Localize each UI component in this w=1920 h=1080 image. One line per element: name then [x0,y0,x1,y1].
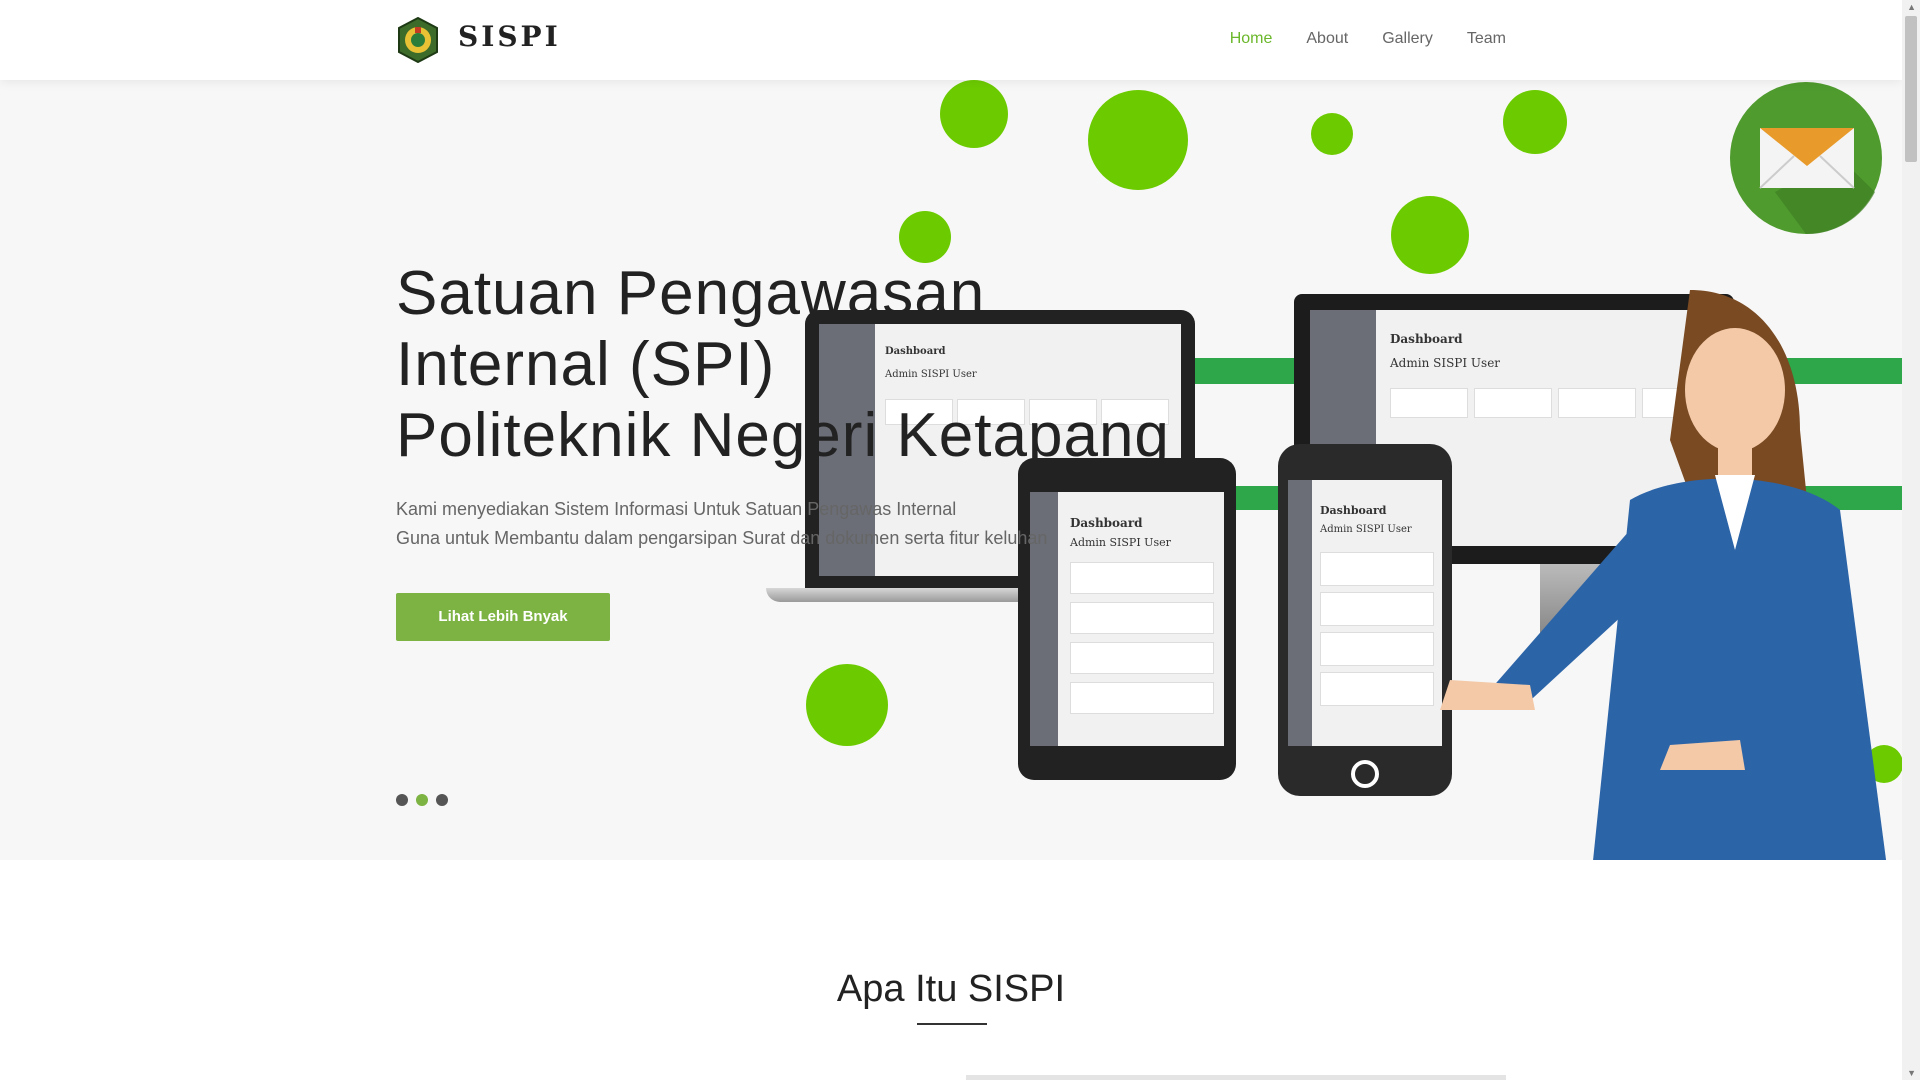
page-scrollbar[interactable]: ▲ ▼ [1902,0,1920,1080]
carousel-dot-2[interactable] [416,794,428,806]
carousel-dot-1[interactable] [396,794,408,806]
scrollbar-thumb[interactable] [1905,16,1917,162]
scroll-down-icon[interactable]: ▼ [1907,1068,1916,1078]
scroll-up-icon[interactable]: ▲ [1907,2,1916,12]
polteka-logo-icon[interactable] [396,17,440,63]
mockup-dashboard-title: Dashboard [1070,516,1143,530]
mail-icon [1730,82,1882,234]
decor-bubble [1503,90,1567,154]
decor-bubble [1311,113,1353,155]
decor-bubble [940,80,1008,148]
hero-subtitle-line: Kami menyediakan Sistem Informasi Untuk … [396,499,957,519]
hero-title: Satuan Pengawasan Internal (SPI) Politek… [396,258,1276,471]
section-title-underline [917,1023,987,1025]
decor-bubble [1088,90,1188,190]
lihat-lebih-button[interactable]: Lihat Lebih Bnyak [396,593,610,641]
main-nav: Home About Gallery Team [1230,30,1506,48]
hero-title-line: Satuan Pengawasan [396,259,986,328]
mockup-admin-name: Admin SISPI User [1070,536,1171,549]
nav-gallery[interactable]: Gallery [1382,30,1433,48]
tablet-screen: Dashboard Admin SISPI User [1030,492,1224,746]
nav-home[interactable]: Home [1230,30,1273,48]
section-title: Apa Itu SISPI [836,968,1066,1010]
hero-subtitle: Kami menyediakan Sistem Informasi Untuk … [396,495,1047,553]
carousel-dot-3[interactable] [436,794,448,806]
tablet-mockup: Dashboard Admin SISPI User [1018,458,1236,780]
section-content-bar [966,1075,1506,1080]
decor-bubble [1391,196,1469,274]
hero-subtitle-line: Guna untuk Membantu dalam pengarsipan Su… [396,528,1048,548]
navbar: SISPI Home About Gallery Team [0,0,1902,80]
decor-bubble [806,664,888,746]
carousel-indicators [396,794,448,806]
hero-carousel: Dashboard Admin SISPI User Dashboard Adm… [0,80,1902,860]
nav-about[interactable]: About [1306,30,1348,48]
decor-bubble [899,211,951,263]
hero-title-line: Internal (SPI) [396,330,776,399]
brand-name[interactable]: SISPI [458,20,561,53]
presenter-illustration [1440,290,1887,860]
nav-team[interactable]: Team [1467,30,1506,48]
hero-title-line: Politeknik Negeri Ketapang [396,401,1170,470]
